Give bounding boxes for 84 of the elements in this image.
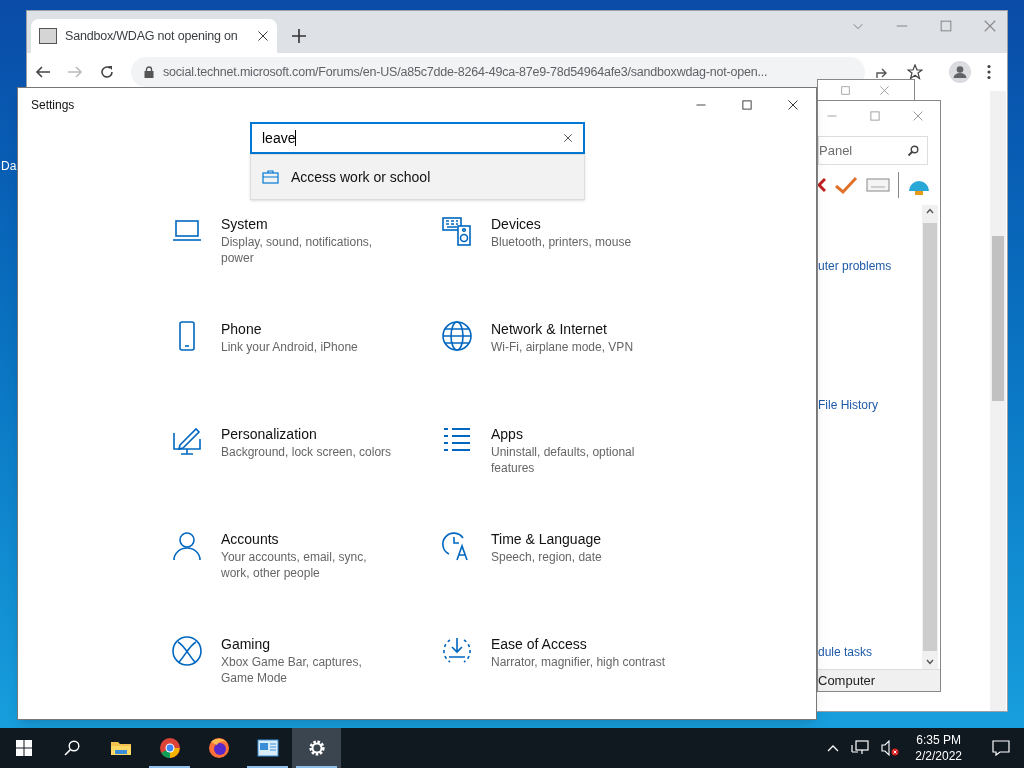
scroll-down-icon[interactable]: [926, 659, 934, 665]
category-description: Bluetooth, printers, mouse: [491, 234, 633, 250]
chevron-up-icon[interactable]: [827, 744, 840, 752]
category-title: Time & Language: [491, 530, 602, 549]
clear-icon[interactable]: [563, 133, 573, 143]
settings-category[interactable]: System Display, sound, notifications, power: [171, 214, 441, 266]
search-icon[interactable]: [907, 144, 919, 157]
category-title: Accounts: [221, 530, 280, 549]
new-tab-icon[interactable]: [291, 28, 307, 44]
category-description: Display, sound, notifications, power: [221, 234, 374, 266]
category-title: Phone: [221, 320, 263, 339]
windows-logo-icon[interactable]: [16, 740, 32, 756]
category-title: Gaming: [221, 635, 272, 654]
browser-tab[interactable]: Sandbox/WDAG not opening on: [31, 19, 277, 53]
category-title: Personalization: [221, 425, 318, 444]
link[interactable]: dule tasks: [818, 643, 873, 661]
site-favicon-icon: [39, 28, 57, 44]
settings-category[interactable]: Ease of Access Narrator, magnifier, high contrast: [441, 634, 711, 670]
category-description: Wi-Fi, airplane mode, VPN: [491, 339, 635, 355]
firefox-logo-icon: [207, 737, 230, 759]
category-description: Link your Android, iPhone: [221, 339, 359, 355]
window-title: Settings: [31, 97, 76, 114]
time-text: 6:35 PM: [916, 732, 961, 748]
close-icon[interactable]: [257, 30, 269, 42]
address-bar[interactable]: social.technet.microsoft.com/Forums/en-US/a85c7dde-8264-49ca-87e9-78d54964afe3/sandboxwdag-not-open...: [131, 57, 865, 87]
profile-icon[interactable]: [949, 61, 971, 83]
category-title: Apps: [491, 425, 524, 444]
back-icon[interactable]: [35, 64, 51, 80]
bookmark-star-icon[interactable]: [907, 64, 923, 80]
status-text: Computer: [818, 671, 876, 690]
globe-icon: [441, 320, 473, 352]
settings-category[interactable]: Personalization Background, lock screen, colors: [171, 424, 441, 460]
settings-category[interactable]: Time & Language Speech, region, date: [441, 529, 711, 565]
settings-category[interactable]: Network & Internet Wi-Fi, airplane mode, VPN: [441, 319, 711, 355]
desktop-icon-label[interactable]: Da: [1, 157, 17, 175]
network-icon[interactable]: [851, 740, 870, 756]
category-title: Devices: [491, 215, 542, 234]
pen-display-icon: [171, 425, 203, 457]
category-description: Xbox Game Bar, captures, Game Mode: [221, 654, 363, 686]
scrollbar[interactable]: [990, 91, 1006, 711]
briefcase-icon: [262, 170, 279, 184]
person-icon: [171, 530, 203, 562]
scrollbar[interactable]: [922, 205, 938, 669]
reload-icon[interactable]: [99, 64, 115, 80]
keyboard-speaker-icon: [441, 215, 473, 247]
category-title: System: [221, 215, 269, 234]
search-field[interactable]: leave: [250, 122, 585, 154]
taskbar-app[interactable]: [292, 728, 341, 768]
scrollbar-thumb[interactable]: [992, 236, 1004, 401]
link[interactable]: File History: [818, 396, 878, 414]
category-title: Ease of Access: [491, 635, 588, 654]
clock[interactable]: 6:35 PM 2/2/2022: [911, 732, 966, 764]
search-icon[interactable]: [64, 740, 80, 756]
search-placeholder: Panel: [819, 141, 853, 160]
notifications-icon[interactable]: [992, 739, 1010, 757]
maximize-icon[interactable]: [741, 99, 753, 111]
chrome-logo-icon: [158, 737, 181, 759]
category-description: Speech, region, date: [491, 549, 603, 565]
lock-icon: [143, 66, 155, 78]
settings-category[interactable]: Gaming Xbox Game Bar, captures, Game Mode: [171, 634, 441, 686]
settings-category[interactable]: Apps Uninstall, defaults, optional features: [441, 424, 711, 476]
url-text: social.technet.microsoft.com/Forums/en-US/a85c7dde-8264-49ca-87e9-78d54964afe3/sandboxwdag-not-open...: [163, 63, 768, 81]
category-description: Narrator, magnifier, high contrast: [491, 654, 666, 670]
volume-muted-icon[interactable]: [881, 740, 900, 756]
settings-category[interactable]: Phone Link your Android, iPhone: [171, 319, 441, 355]
tab-title: Sandbox/WDAG not opening on: [65, 27, 239, 45]
search-field[interactable]: Panel: [818, 136, 928, 165]
scroll-up-icon[interactable]: [926, 208, 934, 214]
link[interactable]: uter problems: [818, 257, 892, 275]
category-title: Network & Internet: [491, 320, 608, 339]
close-icon[interactable]: [787, 99, 799, 111]
category-description: Uninstall, defaults, optional features: [491, 444, 636, 476]
scrollbar-thumb[interactable]: [923, 223, 937, 651]
settings-category[interactable]: Accounts Your accounts, email, sync, work, other people: [171, 529, 441, 581]
category-description: Your accounts, email, sync, work, other people: [221, 549, 368, 581]
suggestion-item[interactable]: Access work or school: [251, 155, 584, 199]
checkmark-icon[interactable]: [834, 175, 858, 195]
control-panel-icon: [256, 737, 279, 759]
date-text: 2/2/2022: [915, 748, 962, 764]
category-description: Background, lock screen, colors: [221, 444, 393, 460]
more-menu-icon[interactable]: [987, 64, 991, 80]
xbox-icon: [171, 635, 203, 667]
settings-category[interactable]: Devices Bluetooth, printers, mouse: [441, 214, 711, 250]
search-text: leave: [262, 128, 296, 148]
